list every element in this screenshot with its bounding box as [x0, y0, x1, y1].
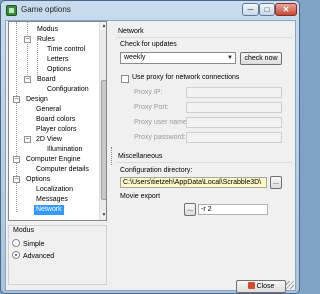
- proxy-password-label: Proxy password:: [134, 134, 186, 141]
- pane-splitter[interactable]: [110, 21, 113, 291]
- tree-item-computer-engine[interactable]: Computer Engine: [26, 155, 80, 165]
- check-now-button[interactable]: check now: [240, 52, 282, 65]
- close-window-button[interactable]: ✕: [275, 3, 297, 16]
- proxy-port-label: Proxy Port:: [134, 104, 169, 111]
- tree-guide-line: [27, 22, 28, 77]
- use-proxy-checkbox[interactable]: [121, 75, 129, 83]
- close-door-icon: [247, 282, 255, 289]
- minimize-button[interactable]: ─: [242, 3, 259, 16]
- config-dir-browse-button[interactable]: ...: [270, 176, 282, 189]
- movie-export-browse-button[interactable]: ...: [184, 203, 196, 216]
- close-button-label: Close: [256, 283, 275, 290]
- maximize-button[interactable]: □: [259, 3, 275, 16]
- tree-item-network[interactable]: Network: [34, 205, 64, 215]
- check-updates-select[interactable]: weekly ▼: [120, 52, 236, 64]
- proxy-user-label: Proxy user name:: [134, 119, 189, 126]
- group-divider: [116, 37, 292, 38]
- scroll-up-icon[interactable]: ▲: [100, 22, 106, 30]
- tree-item-player-colors[interactable]: Player colors: [36, 125, 76, 135]
- check-updates-label: Check for updates: [120, 41, 177, 48]
- tree-item-rules[interactable]: Rules: [37, 35, 55, 45]
- modus-group: Modus Simple Advanced: [8, 225, 107, 285]
- tree-item-time-control[interactable]: Time control: [47, 45, 85, 55]
- use-proxy-label: Use proxy for network connections: [132, 74, 240, 81]
- tree-guide-line: [16, 22, 17, 212]
- app-icon: [6, 5, 17, 16]
- dialog-client-area: Modus − Rules Time control Letters Optio…: [5, 20, 296, 293]
- tree-item-messages[interactable]: Messages: [36, 195, 68, 205]
- tree-item-illumination[interactable]: Illumination: [47, 145, 82, 155]
- tree-item-localization[interactable]: Localization: [36, 185, 73, 195]
- radio-simple[interactable]: Simple: [12, 239, 44, 250]
- network-group-title: Network: [118, 28, 144, 35]
- tree-item-2d-view[interactable]: 2D View: [36, 135, 62, 145]
- collapse-icon[interactable]: −: [24, 136, 31, 143]
- proxy-port-field[interactable]: [186, 102, 282, 113]
- radio-advanced[interactable]: Advanced: [12, 251, 54, 262]
- group-divider: [116, 162, 292, 163]
- radio-simple-label: Simple: [23, 241, 45, 248]
- collapse-icon[interactable]: −: [24, 36, 31, 43]
- config-dir-field[interactable]: C:\Users\tietzeh\AppData\Local\Scrabble3…: [120, 177, 267, 188]
- radio-simple-icon[interactable]: [12, 239, 20, 247]
- tree-item-rules-options[interactable]: Options: [47, 65, 71, 75]
- proxy-user-field[interactable]: [186, 117, 282, 128]
- tree-item-general[interactable]: General: [36, 105, 61, 115]
- tree-guide-line: [37, 42, 38, 77]
- tree-item-design[interactable]: Design: [26, 95, 48, 105]
- resize-grip[interactable]: [286, 281, 294, 289]
- collapse-icon[interactable]: −: [13, 176, 20, 183]
- tree-scrollbar[interactable]: ▲ ▼: [99, 22, 106, 220]
- tree-item-configuration[interactable]: Configuration: [47, 85, 89, 95]
- tree-item-board[interactable]: Board: [37, 75, 56, 85]
- close-button[interactable]: Close: [236, 280, 286, 293]
- window-title: Game options: [21, 5, 71, 14]
- options-tree[interactable]: Modus − Rules Time control Letters Optio…: [8, 21, 107, 221]
- proxy-ip-field[interactable]: [186, 87, 282, 98]
- tree-item-computer-details[interactable]: Computer details: [36, 165, 89, 175]
- splitter-grip: [111, 147, 112, 165]
- config-dir-label: Configuration directory:: [120, 167, 193, 174]
- game-options-window: Game options ─ □ ✕ Modus − Rules Time co…: [0, 0, 300, 294]
- check-updates-value: weekly: [124, 54, 146, 61]
- modus-title: Modus: [13, 227, 35, 234]
- proxy-password-field[interactable]: [186, 132, 282, 143]
- title-bar[interactable]: Game options ─ □ ✕: [1, 1, 299, 20]
- collapse-icon[interactable]: −: [13, 96, 20, 103]
- radio-advanced-label: Advanced: [23, 253, 55, 260]
- movie-args-field[interactable]: -r 2: [198, 204, 268, 215]
- radio-advanced-icon[interactable]: [12, 251, 20, 259]
- tree-item-letters[interactable]: Letters: [47, 55, 68, 65]
- misc-group-title: Miscellaneous: [118, 153, 163, 160]
- collapse-icon[interactable]: −: [24, 76, 31, 83]
- tree-item-options[interactable]: Options: [26, 175, 50, 185]
- tree-item-board-colors[interactable]: Board colors: [36, 115, 75, 125]
- network-settings-panel: Network Check for updates weekly ▼ check…: [114, 21, 294, 293]
- movie-export-label: Movie export: [120, 193, 161, 200]
- scroll-down-icon[interactable]: ▼: [100, 211, 106, 219]
- tree-item-modus[interactable]: Modus: [37, 25, 58, 35]
- chevron-down-icon: ▼: [227, 55, 233, 61]
- collapse-icon[interactable]: −: [13, 156, 20, 163]
- scroll-thumb[interactable]: [101, 80, 106, 200]
- proxy-ip-label: Proxy IP:: [134, 89, 163, 96]
